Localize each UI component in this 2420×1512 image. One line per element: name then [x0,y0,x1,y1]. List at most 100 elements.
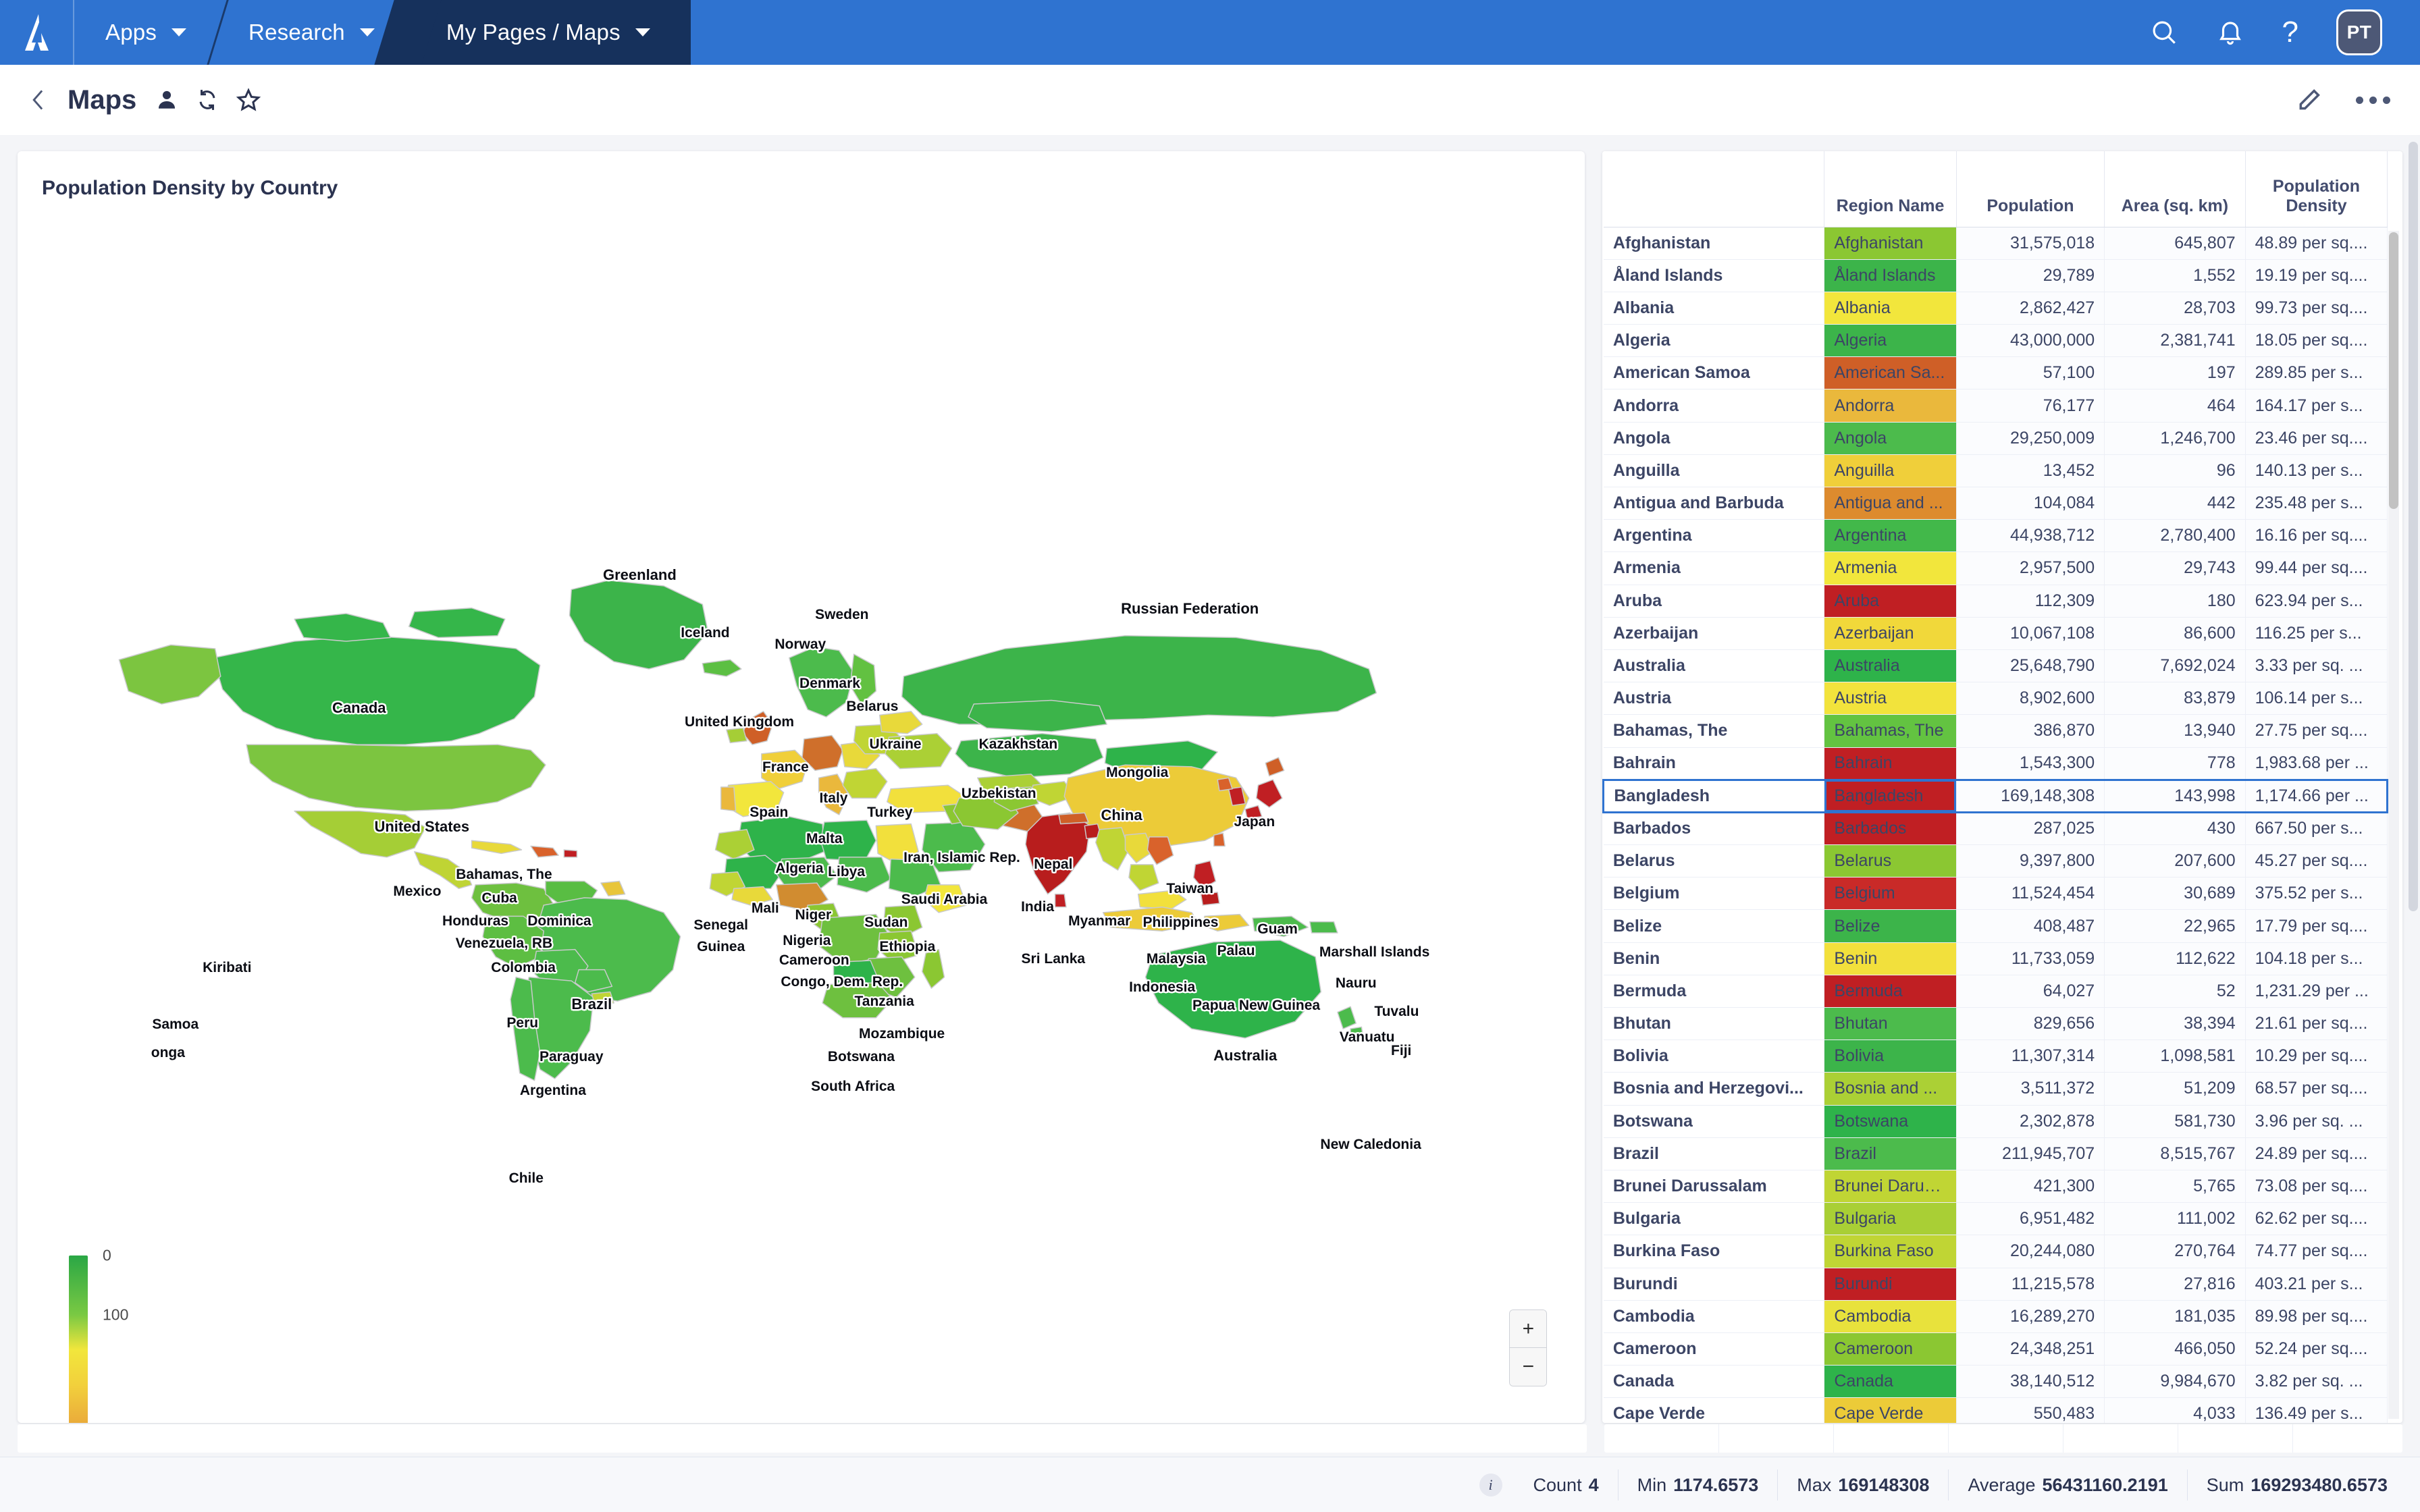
cell-region-name[interactable]: Bulgaria [1824,1202,1957,1236]
cell-area[interactable]: 5,765 [2104,1170,2246,1204]
cell-region-name[interactable]: Burundi [1824,1268,1957,1301]
cell-country-name[interactable]: Brunei Darussalam [1603,1170,1825,1204]
cell-population[interactable]: 16,289,270 [1956,1300,2105,1333]
cell-region-name[interactable]: Azerbaijan [1824,617,1957,650]
cell-region-name[interactable]: Bangladesh [1824,778,1957,813]
cell-area[interactable]: 143,998 [2104,778,2246,813]
cell-population-density[interactable]: 21.61 per sq.... [2245,1007,2388,1041]
page-vertical-scrollbar[interactable] [2409,142,2418,1411]
cell-area[interactable]: 645,807 [2104,227,2246,260]
cell-area[interactable]: 1,246,700 [2104,422,2246,455]
table-row[interactable]: Cape Verde Cape Verde 550,483 4,033 136.49 p… [1603,1397,2388,1423]
cell-region-name[interactable]: Bahrain [1824,747,1957,780]
cell-country-name[interactable]: Bahamas, The [1603,714,1825,748]
cell-population-density[interactable]: 23.46 per sq.... [2245,422,2388,455]
cell-population-density[interactable]: 45.27 per sq.... [2245,844,2388,878]
cell-population-density[interactable]: 27.75 per sq.... [2245,714,2388,748]
cell-country-name[interactable]: Anguilla [1603,454,1825,488]
table-row[interactable]: American Samoa American Sa... 57,100 197 289… [1603,356,2388,390]
cell-area[interactable]: 96 [2104,454,2246,488]
cell-region-name[interactable]: Belarus [1824,844,1957,878]
table-row[interactable]: Cameroon Cameroon 24,348,251 466,050 52.24 p… [1603,1332,2388,1366]
cell-region-name[interactable]: Bhutan [1824,1007,1957,1041]
cell-country-name[interactable]: Botswana [1603,1105,1825,1138]
cell-country-name[interactable]: Antigua and Barbuda [1603,487,1825,520]
cell-country-name[interactable]: Burundi [1603,1268,1825,1301]
world-choropleth-map[interactable] [18,151,1585,1423]
cell-population-density[interactable]: 52.24 per sq.... [2245,1332,2388,1366]
table-row[interactable]: Burundi Burundi 11,215,578 27,816 403.21 per… [1603,1268,2388,1301]
cell-country-name[interactable]: Cameroon [1603,1332,1825,1366]
table-row[interactable]: Azerbaijan Azerbaijan 10,067,108 86,600 116.… [1603,617,2388,650]
cell-population[interactable]: 31,575,018 [1956,227,2105,260]
cell-country-name[interactable]: Bermuda [1603,975,1825,1008]
cell-area[interactable]: 7,692,024 [2104,649,2246,683]
table-row[interactable]: Cambodia Cambodia 16,289,270 181,035 89.98 p… [1603,1300,2388,1333]
cell-region-name[interactable]: Barbados [1824,812,1957,846]
cell-population[interactable]: 43,000,000 [1956,324,2105,358]
cell-area[interactable]: 464 [2104,389,2246,423]
cell-region-name[interactable]: Anguilla [1824,454,1957,488]
cell-population-density[interactable]: 375.52 per s... [2245,877,2388,911]
cell-population-density[interactable]: 48.89 per sq.... [2245,227,2388,260]
col-header-blank[interactable] [1603,151,1825,227]
table-row[interactable]: Benin Benin 11,733,059 112,622 104.18 per s.… [1603,942,2388,975]
cell-region-name[interactable]: Australia [1824,649,1957,683]
cell-population-density[interactable]: 62.62 per sq.... [2245,1202,2388,1236]
cell-region-name[interactable]: Belize [1824,909,1957,943]
cell-population[interactable]: 9,397,800 [1956,844,2105,878]
cell-country-name[interactable]: Cambodia [1603,1300,1825,1333]
cell-population[interactable]: 104,084 [1956,487,2105,520]
cell-area[interactable]: 52 [2104,975,2246,1008]
cell-population-density[interactable]: 164.17 per s... [2245,389,2388,423]
cell-population[interactable]: 1,543,300 [1956,747,2105,780]
cell-region-name[interactable]: Bolivia [1824,1040,1957,1073]
table-row[interactable]: Bulgaria Bulgaria 6,951,482 111,002 62.62 pe… [1603,1202,2388,1236]
cell-area[interactable]: 111,002 [2104,1202,2246,1236]
cell-country-name[interactable]: Belarus [1603,844,1825,878]
cell-country-name[interactable]: Bosnia and Herzegovi... [1603,1072,1825,1106]
help-icon[interactable]: ? [2282,18,2298,47]
cell-area[interactable]: 430 [2104,812,2246,846]
cell-area[interactable]: 270,764 [2104,1235,2246,1268]
cell-region-name[interactable]: Benin [1824,942,1957,975]
cell-population[interactable]: 386,870 [1956,714,2105,748]
cell-population-density[interactable]: 24.89 per sq.... [2245,1137,2388,1170]
cell-area[interactable]: 86,600 [2104,617,2246,650]
table-row[interactable]: Aruba Aruba 112,309 180 623.94 per s... [1603,585,2388,618]
table-row[interactable]: Algeria Algeria 43,000,000 2,381,741 18.05 p… [1603,324,2388,358]
cell-population[interactable]: 10,067,108 [1956,617,2105,650]
star-icon[interactable] [236,88,261,112]
cell-population[interactable]: 2,302,878 [1956,1105,2105,1138]
cell-country-name[interactable]: Afghanistan [1603,227,1825,260]
person-icon[interactable] [155,88,178,111]
table-row[interactable]: Bahrain Bahrain 1,543,300 778 1,983.68 per .… [1603,747,2388,780]
cell-population-density[interactable]: 3.96 per sq. ... [2245,1105,2388,1138]
cell-region-name[interactable]: Antigua and ... [1824,487,1957,520]
cell-region-name[interactable]: Burkina Faso [1824,1235,1957,1268]
table-row[interactable]: Antigua and Barbuda Antigua and ... 104,08… [1603,487,2388,520]
bell-icon[interactable] [2216,18,2244,47]
zoom-out-button[interactable]: − [1510,1348,1547,1386]
zoom-in-button[interactable]: + [1510,1310,1547,1348]
cell-area[interactable]: 1,098,581 [2104,1040,2246,1073]
cell-population[interactable]: 44,938,712 [1956,519,2105,553]
back-button[interactable] [30,88,47,111]
cell-population-density[interactable]: 10.29 per sq.... [2245,1040,2388,1073]
cell-population-density[interactable]: 3.82 per sq. ... [2245,1365,2388,1399]
cell-population[interactable]: 287,025 [1956,812,2105,846]
cell-area[interactable]: 1,552 [2104,259,2246,292]
cell-country-name[interactable]: Albania [1603,292,1825,325]
table-scrollbar-thumb[interactable] [2389,232,2398,509]
cell-population-density[interactable]: 106.14 per s... [2245,682,2388,716]
cell-region-name[interactable]: Botswana [1824,1105,1957,1138]
cell-area[interactable]: 778 [2104,747,2246,780]
table-vertical-scrollbar[interactable] [2388,231,2399,1419]
cell-area[interactable]: 27,816 [2104,1268,2246,1301]
cell-population[interactable]: 29,250,009 [1956,422,2105,455]
cell-region-name[interactable]: Andorra [1824,389,1957,423]
cell-country-name[interactable]: Benin [1603,942,1825,975]
cell-area[interactable]: 2,381,741 [2104,324,2246,358]
cell-region-name[interactable]: Brazil [1824,1137,1957,1170]
cell-region-name[interactable]: Belgium [1824,877,1957,911]
